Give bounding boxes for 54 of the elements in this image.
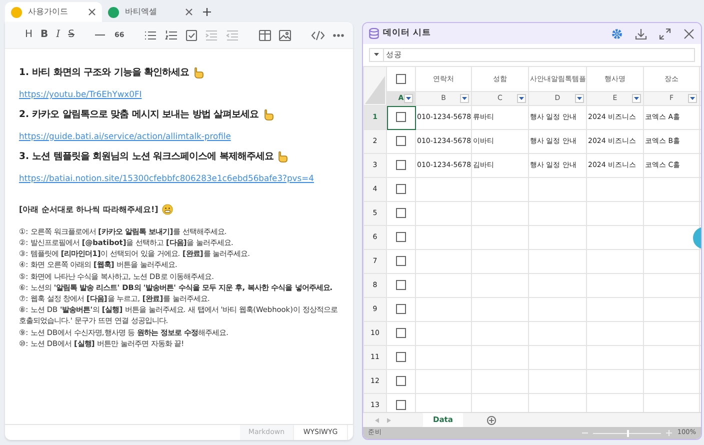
code-icon[interactable] — [311, 30, 326, 40]
bold-button[interactable]: B — [40, 30, 48, 40]
more-icon[interactable] — [333, 34, 344, 36]
checkbox-icon[interactable] — [186, 30, 198, 40]
close-icon[interactable] — [185, 8, 193, 16]
document-tab[interactable]: 사용가이드 — [5, 2, 102, 22]
smiley-icon — [162, 204, 174, 216]
row-checkbox[interactable] — [396, 208, 406, 218]
row-checkbox[interactable] — [396, 160, 406, 170]
pointing-hand-icon — [277, 150, 288, 163]
numbered-list-icon[interactable] — [165, 30, 178, 40]
filter-caret-icon[interactable] — [406, 97, 411, 100]
filter-caret-icon[interactable] — [519, 97, 524, 100]
filter-caret-icon[interactable] — [577, 97, 582, 100]
bullet-list-icon[interactable] — [144, 30, 158, 40]
heading-text: 2. 카카오 알림톡으로 맞춤 메시지 보내는 방법 살펴보세요 — [19, 108, 259, 122]
instruction-title: [아래 순서대로 하나씩 따라해주세요!] — [19, 204, 158, 216]
row-checkbox[interactable] — [396, 400, 406, 410]
dropdown-caret-icon — [374, 53, 379, 57]
row-checkbox[interactable] — [396, 328, 406, 338]
image-icon[interactable] — [279, 30, 292, 40]
panel-title: 데이터 시트 — [383, 27, 431, 40]
row-checkbox[interactable] — [396, 352, 406, 362]
close-icon[interactable] — [683, 28, 695, 40]
tab-label: 사용가이드 — [28, 6, 68, 18]
row-checkbox[interactable] — [396, 184, 406, 194]
table-icon[interactable] — [259, 30, 272, 40]
filter-caret-icon[interactable] — [462, 97, 467, 100]
italic-button[interactable]: I — [56, 30, 60, 40]
database-icon — [369, 28, 379, 39]
document-tab[interactable]: 바티엑셀 — [102, 2, 199, 22]
filter-caret-icon[interactable] — [690, 97, 695, 100]
row-checkbox[interactable] — [396, 376, 406, 386]
close-icon[interactable] — [88, 8, 96, 16]
heading-text: 3. 노션 템플릿을 회원님의 노션 워크스페이스에 복제해주세요 — [19, 150, 274, 164]
row-checkbox[interactable] — [396, 136, 406, 146]
download-icon[interactable] — [635, 28, 647, 40]
row-checkbox[interactable] — [396, 112, 406, 122]
add-sheet-icon[interactable] — [486, 416, 496, 424]
filter-caret-icon[interactable] — [634, 97, 639, 100]
header-checkbox[interactable] — [396, 74, 406, 84]
row-checkbox[interactable] — [396, 304, 406, 314]
pointing-hand-icon — [262, 108, 274, 121]
settings-icon[interactable] — [611, 28, 623, 40]
format-button[interactable]: H — [25, 30, 33, 40]
expand-icon[interactable] — [659, 28, 671, 40]
row-checkbox[interactable] — [396, 232, 406, 242]
pointing-hand-icon — [193, 66, 204, 79]
strikethrough-button[interactable]: S — [68, 30, 74, 40]
tab-label: 바티엑셀 — [125, 6, 157, 18]
row-checkbox[interactable] — [396, 280, 406, 290]
row-checkbox[interactable] — [396, 256, 406, 266]
heading-text: 1. 바티 화면의 구조와 기능을 확인하세요 — [19, 66, 190, 80]
add-tab-icon[interactable] — [203, 8, 211, 16]
